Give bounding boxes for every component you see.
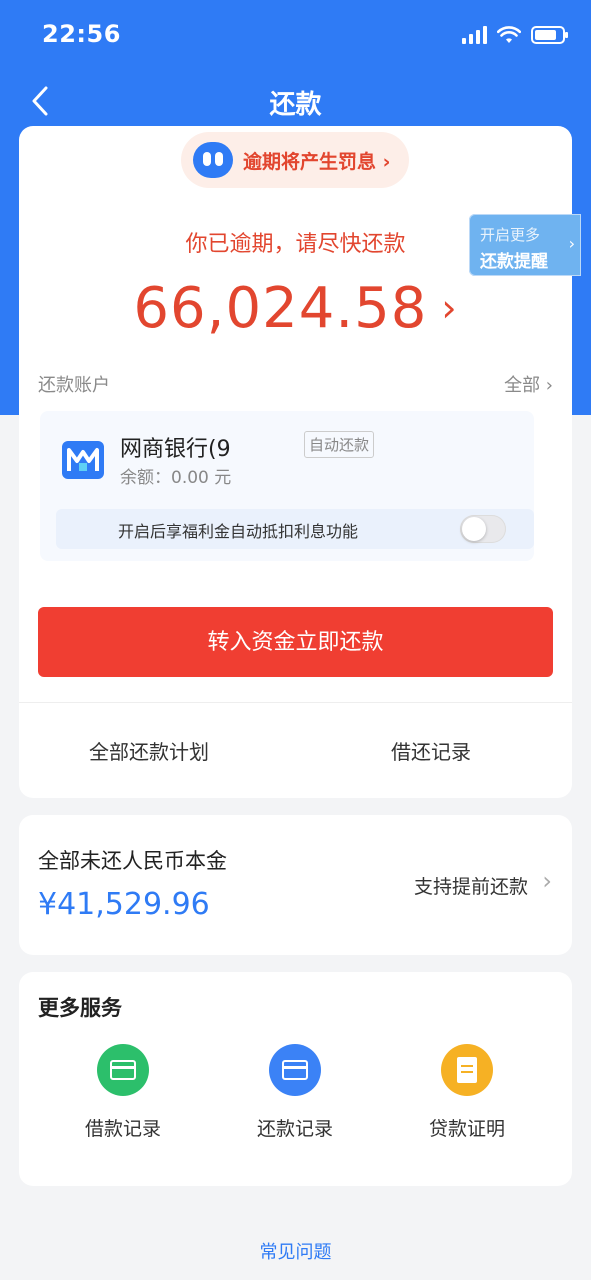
divider <box>19 702 572 703</box>
repay-record-icon <box>269 1044 321 1096</box>
page-title: 还款 <box>269 90 322 120</box>
borrow-repay-records-link[interactable]: 借还记录 <box>391 736 471 765</box>
reminder-line-2: 还款提醒 <box>480 252 548 272</box>
auto-repay-tag: 自动还款 <box>304 431 375 458</box>
welfare-toggle-row: 开启后享福利金自动抵扣利息功能 <box>56 509 534 549</box>
overdue-penalty-text: 逾期将产生罚息 › <box>243 150 391 173</box>
transfer-and-repay-button[interactable]: 转入资金立即还款 <box>38 607 553 677</box>
principal-card[interactable]: 全部未还人民币本金 ¥41,529.96 支持提前还款 › <box>19 815 572 955</box>
service-label: 借款记录 <box>84 1118 161 1140</box>
repayment-account-row: 还款账户 全部 › <box>38 371 553 397</box>
status-bar: 22:56 <box>0 0 591 70</box>
mybank-logo-icon <box>62 441 104 479</box>
service-label: 还款记录 <box>256 1118 333 1140</box>
battery-icon <box>531 26 568 44</box>
wifi-icon <box>497 26 521 43</box>
bank-name: 网商银行(9 <box>120 437 231 462</box>
service-loan-certificate[interactable]: 贷款证明 <box>397 1044 537 1141</box>
loan-certificate-icon <box>441 1044 493 1096</box>
early-repayment-link[interactable]: 支持提前还款 <box>414 872 528 899</box>
chevron-right-icon: › <box>542 867 552 895</box>
principal-value: ¥41,529.96 <box>38 887 210 922</box>
amount-chevron-icon: › <box>441 285 458 330</box>
reminder-line-1: 开启更多 <box>480 226 541 244</box>
loan-record-icon <box>97 1044 149 1096</box>
signal-icon <box>462 26 487 44</box>
repayment-reminder-tab[interactable]: 开启更多 还款提醒 › <box>469 214 581 276</box>
service-label: 贷款证明 <box>428 1118 505 1140</box>
more-services-title: 更多服务 <box>38 996 122 1020</box>
reminder-chevron-icon: › <box>568 234 575 253</box>
status-time: 22:56 <box>42 20 121 48</box>
robot-icon <box>193 142 233 178</box>
overdue-penalty-banner[interactable]: 逾期将产生罚息 › <box>181 132 409 188</box>
repayment-account-label: 还款账户 <box>38 375 110 396</box>
overdue-amount-value: 66,024.58 <box>133 276 428 341</box>
nav-bar: 还款 <box>0 76 591 126</box>
principal-label: 全部未还人民币本金 <box>38 849 227 873</box>
bank-account-box[interactable]: 网商银行(9 自动还款 余额：0.00 元 开启后享福利金自动抵扣利息功能 <box>40 411 534 561</box>
welfare-toggle-text: 开启后享福利金自动抵扣利息功能 <box>118 522 359 541</box>
faq-link[interactable]: 常见问题 <box>0 1238 591 1264</box>
welfare-toggle-switch[interactable] <box>460 515 506 543</box>
service-repay-records[interactable]: 还款记录 <box>225 1044 365 1141</box>
more-services-card: 更多服务 借款记录 还款记录 贷款证明 <box>19 972 572 1186</box>
service-loan-records[interactable]: 借款记录 <box>53 1044 193 1141</box>
account-balance: 余额：0.00 元 <box>120 468 232 488</box>
all-accounts-link[interactable]: 全部 › <box>504 371 553 397</box>
status-icons <box>462 24 568 46</box>
overdue-amount[interactable]: 66,024.58 › <box>19 276 572 341</box>
repayment-plan-link[interactable]: 全部还款计划 <box>89 736 209 765</box>
